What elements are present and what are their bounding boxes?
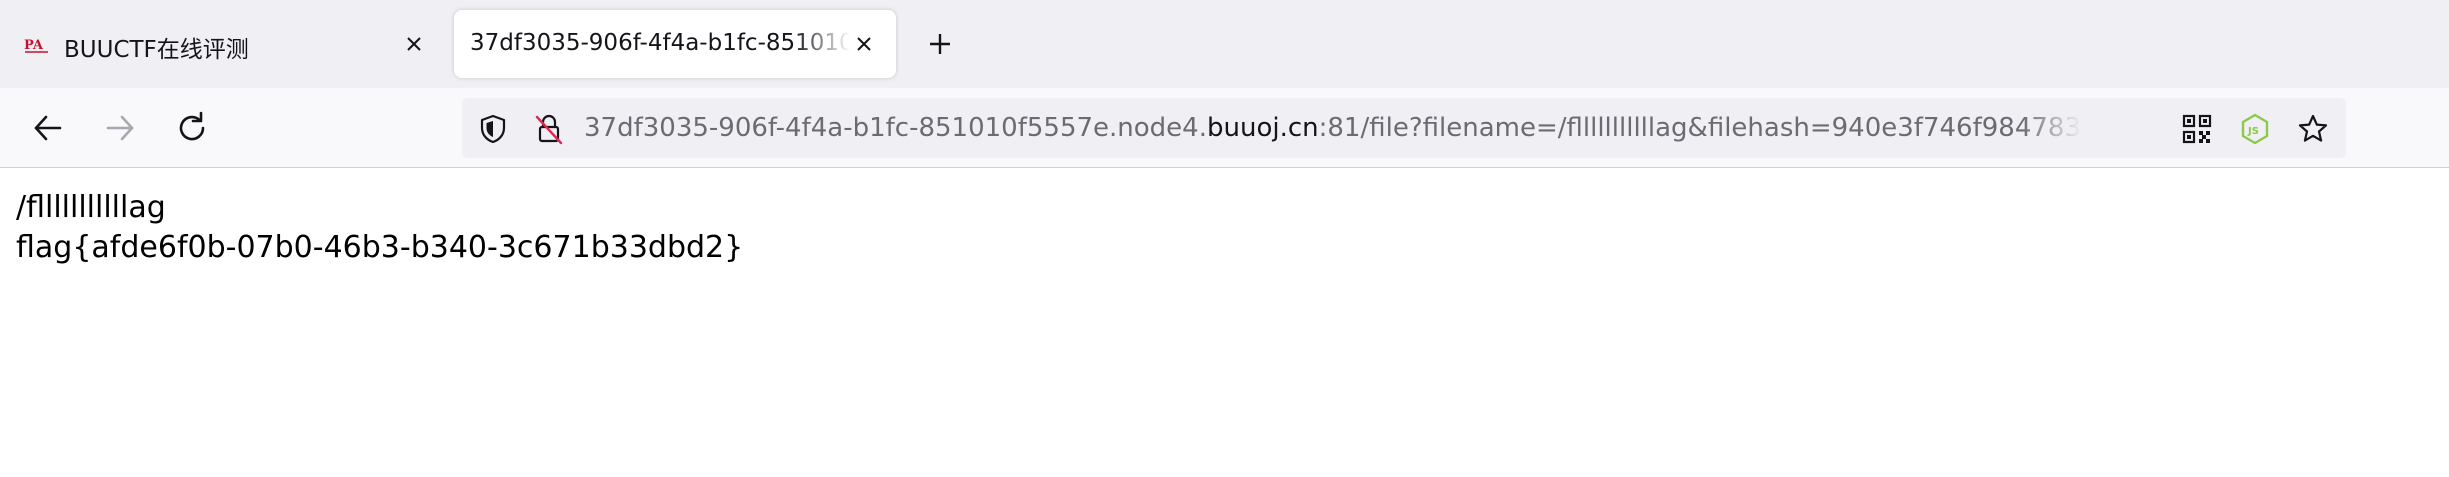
browser-window: PA BUUCTF在线评测 37df3035-906f-4f4a-b1fc-85… bbox=[0, 0, 2449, 477]
close-icon[interactable] bbox=[400, 30, 428, 58]
forward-arrow-icon[interactable] bbox=[100, 108, 140, 148]
close-icon[interactable] bbox=[850, 30, 878, 58]
tab-buuctf[interactable]: PA BUUCTF在线评测 bbox=[8, 10, 438, 78]
svg-text:PA: PA bbox=[24, 38, 44, 53]
reload-icon[interactable] bbox=[172, 108, 212, 148]
shield-icon[interactable] bbox=[476, 112, 510, 146]
svg-text:JS: JS bbox=[2247, 126, 2259, 137]
tab-active-challenge[interactable]: 37df3035-906f-4f4a-b1fc-851010f5557e bbox=[454, 10, 896, 78]
nodejs-extension-icon[interactable]: JS bbox=[2238, 112, 2272, 146]
navigation-toolbar: 37df3035-906f-4f4a-b1fc-851010f5557e.nod… bbox=[0, 88, 2449, 168]
insecure-lock-icon[interactable] bbox=[532, 112, 566, 146]
file-path-text: /flllllllllllag bbox=[16, 190, 166, 225]
url-domain: buuoj.cn bbox=[1206, 113, 1319, 143]
url-prefix: 37df3035-906f-4f4a-b1fc-851010f5557e.nod… bbox=[584, 113, 1207, 143]
address-bar[interactable]: 37df3035-906f-4f4a-b1fc-851010f5557e.nod… bbox=[462, 98, 2346, 158]
back-arrow-icon[interactable] bbox=[28, 108, 68, 148]
tab-title: 37df3035-906f-4f4a-b1fc-851010f5557e bbox=[470, 30, 850, 56]
qr-code-icon[interactable] bbox=[2180, 112, 2214, 146]
buuctf-logo-icon: PA bbox=[24, 32, 50, 56]
url-text[interactable]: 37df3035-906f-4f4a-b1fc-851010f5557e.nod… bbox=[584, 112, 2082, 144]
tab-strip: PA BUUCTF在线评测 37df3035-906f-4f4a-b1fc-85… bbox=[0, 0, 2449, 88]
tab-title: BUUCTF在线评测 bbox=[64, 37, 249, 63]
flag-text: flag{afde6f0b-07b0-46b3-b340-3c671b33dbd… bbox=[16, 230, 744, 265]
url-suffix: :81/file?filename=/flllllllllllag&fileha… bbox=[1318, 113, 2082, 143]
star-icon[interactable] bbox=[2296, 112, 2330, 146]
plus-icon[interactable] bbox=[922, 26, 958, 62]
page-content: /flllllllllllag flag{afde6f0b-07b0-46b3-… bbox=[0, 168, 2449, 477]
